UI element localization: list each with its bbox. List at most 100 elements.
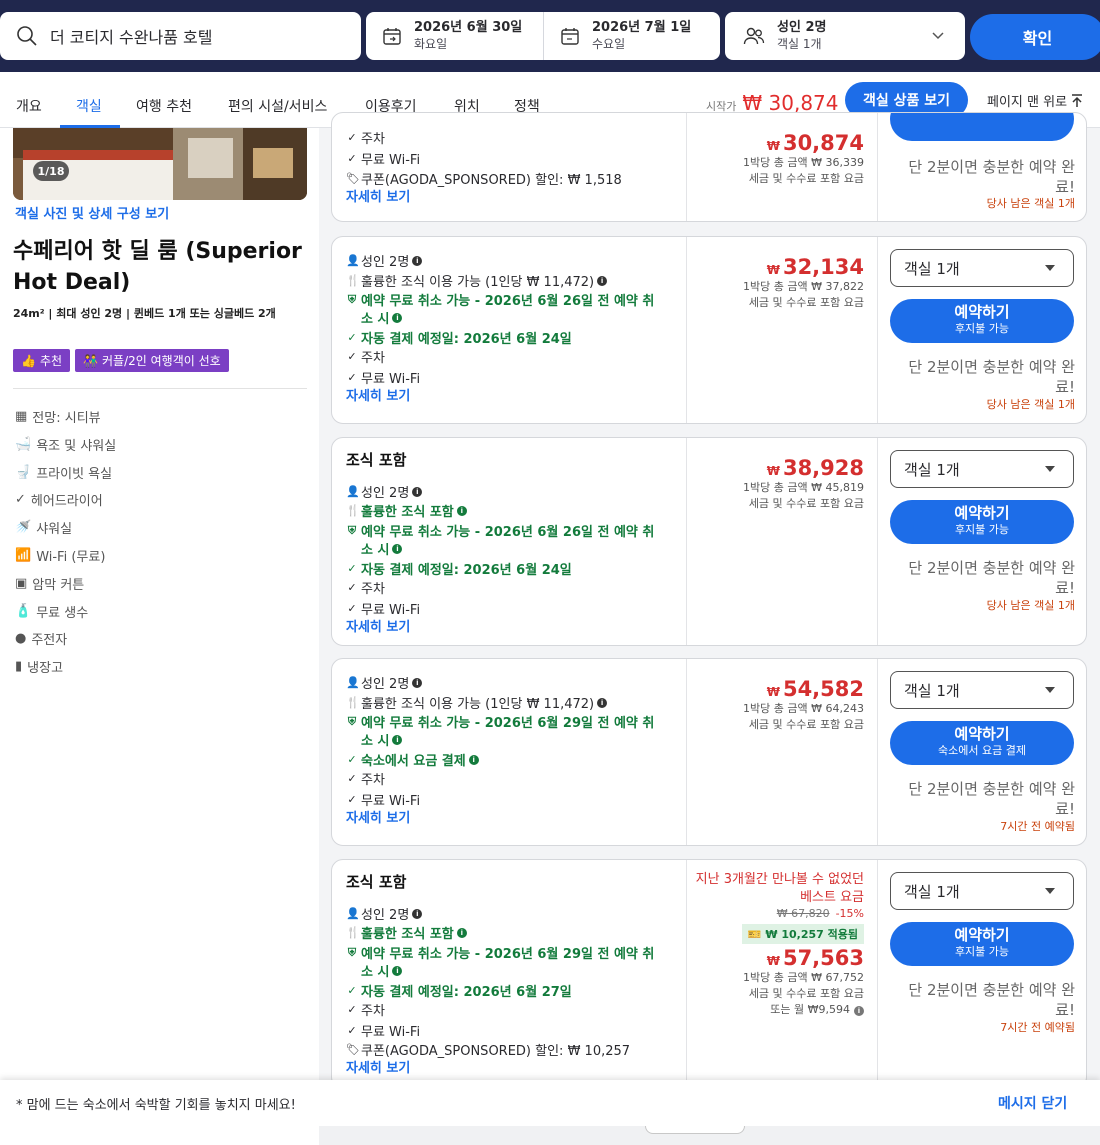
feature-parking: ✓ 주차 (346, 347, 385, 366)
checkout-date[interactable]: 2026년 7월 1일 수요일 (543, 12, 720, 60)
feature-label: 성인 2명 (361, 255, 410, 270)
room-photo[interactable]: 1/18 (13, 128, 307, 200)
column-divider (877, 237, 878, 423)
feature-wifi: ✓ 무료 Wi-Fi (346, 149, 420, 168)
feature-free-cancel: ⛨ 예약 무료 취소 가능 - 2026년 6월 29일 전 예약 취 (346, 943, 655, 963)
feature-label: 자동 결제 예정일: 2026년 6월 24일 (361, 332, 572, 347)
tab-rooms[interactable]: 객실 (76, 96, 102, 116)
info-icon[interactable]: i (854, 1006, 864, 1016)
room-count-value: 객실 1개 (904, 460, 960, 479)
feature-label: 예약 무료 취소 가능 - 2026년 6월 29일 전 예약 취 (361, 947, 655, 962)
tab-travel-tips[interactable]: 여행 추천 (136, 96, 192, 116)
tab-overview[interactable]: 개요 (16, 96, 42, 116)
guests-selector[interactable]: 성인 2명 객실 1개 (725, 12, 965, 60)
close-message-button[interactable]: 메시지 닫기 (998, 1093, 1067, 1113)
price-block: ₩32,134 1박당 총 금액 ₩ 37,822 세금 및 수수료 포함 요금 (743, 255, 864, 311)
details-link[interactable]: 자세히 보기 (346, 807, 410, 826)
amenity-private-bath: 🚽 프라이빗 욕실 (15, 463, 112, 482)
info-icon[interactable]: i (597, 697, 608, 708)
price-value: 38,928 (782, 456, 864, 480)
offer-title: 조식 포함 (346, 451, 407, 469)
feature-label: 소 시 (361, 312, 390, 327)
info-icon[interactable]: i (597, 275, 608, 286)
feature-label: 성인 2명 (361, 486, 410, 501)
room-count-value: 객실 1개 (904, 259, 960, 278)
book-sublabel: 후지불 가능 (954, 523, 1010, 536)
feature-pay-at-hotel: ✓ 숙소에서 요금 결제 i (346, 750, 479, 769)
shield-check-icon: ⛨ (347, 292, 357, 306)
offer-card: 👤 성인 2명 i 🍴 훌륭한 조식 이용 가능 (1인당 ₩ 11,472) i ⛨ 예… (331, 236, 1087, 424)
fridge-icon: ▮ (15, 659, 23, 674)
check-icon: ✓ (347, 581, 357, 594)
column-divider (686, 113, 687, 221)
book-button[interactable]: 예약하기 후지불 가능 (890, 500, 1074, 544)
price-block: 지난 3개월간 만나볼 수 없었던 베스트 요금 ₩ 67,820 -15% 🎫 … (684, 871, 864, 1018)
tab-facilities[interactable]: 편의 시설/서비스 (228, 96, 327, 116)
info-icon[interactable]: i (392, 312, 403, 323)
info-icon[interactable]: i (392, 734, 403, 745)
coupon-row: 🎫 ₩ 10,257 적용됨 (684, 924, 864, 944)
feature-label: 소 시 (361, 734, 390, 749)
info-icon[interactable]: i (392, 543, 403, 554)
offer-card: 조식 포함 👤 성인 2명 i 🍴 훌륭한 조식 포함 i ⛨ 예약 무료 취소 가능 -… (331, 859, 1087, 1089)
book-button[interactable]: 예약하기 후지불 가능 (890, 922, 1074, 966)
ticket-icon: 🎫 (747, 928, 766, 941)
confirm-button[interactable]: 확인 (970, 14, 1100, 60)
currency-symbol: ₩ (766, 954, 780, 968)
book-label: 예약하기 (954, 303, 1010, 321)
toilet-icon: 🚽 (15, 465, 32, 480)
amenity-wifi: 📶 Wi-Fi (무료) (15, 546, 105, 565)
info-icon[interactable]: i (392, 965, 403, 976)
back-to-top-link[interactable]: 페이지 맨 위로 (987, 91, 1083, 110)
feature-label: 성인 2명 (361, 908, 410, 923)
room-count-select[interactable]: 객실 1개 (890, 249, 1074, 287)
details-link[interactable]: 자세히 보기 (346, 1057, 410, 1076)
info-icon[interactable]: i (412, 486, 423, 497)
feature-free-cancel: ⛨ 예약 무료 취소 가능 - 2026년 6월 26일 전 예약 취 (346, 521, 655, 541)
info-icon[interactable]: i (412, 255, 423, 266)
feature-auto-payment: ✓ 자동 결제 예정일: 2026년 6월 27일 (346, 981, 571, 1000)
details-link[interactable]: 자세히 보기 (346, 616, 410, 635)
details-link[interactable]: 자세히 보기 (346, 385, 410, 404)
amenity-label: 헤어드라이어 (30, 494, 103, 509)
room-count-value: 객실 1개 (904, 681, 960, 700)
scarcity-message: 당사 남은 객실 1개 (986, 398, 1075, 411)
check-icon: ✓ (347, 772, 357, 785)
info-icon[interactable]: i (456, 927, 467, 938)
details-link[interactable]: 자세히 보기 (346, 186, 410, 205)
feature-label: 소 시 (361, 543, 390, 558)
tag-icon: 🏷 (346, 1043, 360, 1056)
info-icon[interactable]: i (412, 908, 423, 919)
message-bar: * 맘에 드는 숙소에서 숙박할 기회를 놓치지 마세요! 메시지 닫기 (0, 1080, 1100, 1126)
room-count-select[interactable]: 객실 1개 (890, 872, 1074, 910)
date-picker[interactable]: 2026년 6월 30일 화요일 2026년 7월 1일 수요일 (366, 12, 720, 60)
drawer-handle[interactable] (645, 1126, 745, 1134)
amenity-label: Wi-Fi (무료) (36, 550, 106, 565)
amenity-label: 욕조 및 샤워실 (36, 439, 117, 454)
info-icon[interactable]: i (456, 505, 467, 516)
amenity-view: ▦ 전망: 시티뷰 (15, 407, 101, 426)
amenity-shower: 🚿 샤워실 (15, 518, 72, 537)
search-icon (17, 26, 37, 46)
room-photos-link[interactable]: 객실 사진 및 상세 구성 보기 (15, 203, 169, 222)
check-icon: ✓ (347, 331, 357, 344)
checkin-date[interactable]: 2026년 6월 30일 화요일 (366, 12, 543, 60)
book-button[interactable]: 예약하기 후지불 가능 (890, 299, 1074, 343)
currency-symbol: ₩ (766, 464, 780, 478)
feature-label: 예약 무료 취소 가능 - 2026년 6월 29일 전 예약 취 (361, 716, 655, 731)
per-night-total: 1박당 총 금액 ₩ 45,819 (743, 481, 864, 494)
price: ₩38,928 (743, 456, 864, 480)
person-icon: 👤 (346, 907, 360, 920)
info-icon[interactable]: i (468, 754, 479, 765)
per-night-total: 1박당 총 금액 ₩ 64,243 (743, 702, 864, 715)
search-input[interactable]: 더 코티지 수완나품 호텔 (0, 12, 361, 60)
info-icon[interactable]: i (412, 677, 423, 688)
room-count-select[interactable]: 객실 1개 (890, 450, 1074, 488)
room-count-select[interactable]: 객실 1개 (890, 671, 1074, 709)
caret-down-icon (1045, 466, 1055, 472)
book-button[interactable] (890, 113, 1074, 141)
price-block: ₩38,928 1박당 총 금액 ₩ 45,819 세금 및 수수료 포함 요금 (743, 456, 864, 512)
utensils-icon: 🍴 (346, 504, 360, 517)
book-button[interactable]: 예약하기 숙소에서 요금 결제 (890, 721, 1074, 765)
feature-free-cancel: ⛨ 예약 무료 취소 가능 - 2026년 6월 26일 전 예약 취 (346, 290, 655, 310)
